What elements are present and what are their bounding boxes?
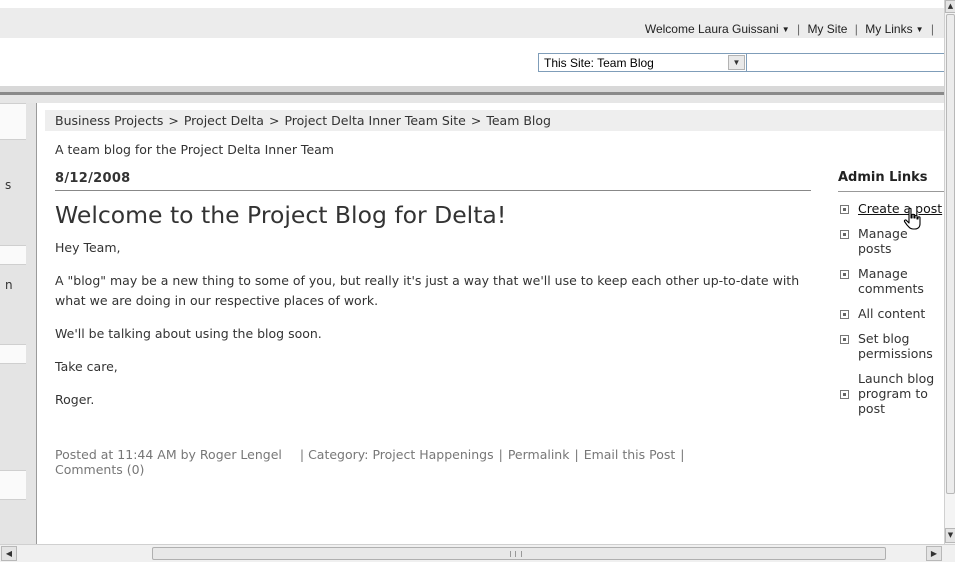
separator: | — [930, 22, 934, 36]
admin-link-set-permissions[interactable]: Set blog permissions — [838, 331, 944, 361]
separator: | — [498, 447, 503, 462]
scroll-right-button[interactable]: ▶ — [926, 546, 942, 561]
admin-link-all-content[interactable]: All content — [838, 306, 944, 321]
search-row: This Site: Team Blog ▼ — [0, 38, 955, 86]
nav-panel — [0, 103, 26, 140]
permalink-link[interactable]: Permalink — [508, 447, 570, 462]
post-footer: Posted at 11:44 AM by Roger Lengel | Cat… — [55, 447, 775, 477]
nav-panel — [0, 344, 26, 364]
post-paragraph: A "blog" may be a new thing to some of y… — [55, 273, 800, 308]
square-bullet-icon — [840, 270, 849, 279]
separator: | — [299, 447, 305, 462]
post-date: 8/12/2008 — [55, 171, 131, 186]
admin-link-label[interactable]: Set blog permissions — [858, 331, 933, 361]
top-welcome-bar: Welcome Laura Guissani ▼ | My Site | My L… — [0, 0, 944, 38]
breadcrumb-item[interactable]: Project Delta — [184, 113, 264, 128]
admin-link-launch-blog-program[interactable]: Launch blog program to post — [838, 371, 944, 416]
left-navigation: s n — [0, 103, 37, 544]
breadcrumb-item[interactable]: Project Delta Inner Team Site — [284, 113, 465, 128]
horizontal-scroll-thumb[interactable] — [152, 547, 886, 560]
admin-links-list: Create a post Manage posts Manage commen… — [838, 201, 944, 426]
post-paragraph: Roger. — [55, 392, 95, 407]
my-site-link[interactable]: My Site — [807, 22, 847, 36]
vertical-scrollbar[interactable]: ▲ ▼ — [944, 0, 955, 544]
admin-link-create-post[interactable]: Create a post — [838, 201, 944, 216]
nav-fragment[interactable]: n — [5, 278, 13, 292]
post-paragraph: We'll be talking about using the blog so… — [55, 326, 322, 341]
admin-link-label[interactable]: Launch blog program to post — [858, 371, 934, 416]
chevron-down-icon: ▼ — [781, 25, 790, 34]
chevron-down-icon: ▼ — [915, 25, 924, 34]
search-scope-value: This Site: Team Blog — [544, 56, 654, 70]
admin-links-divider — [838, 191, 944, 192]
post-date-header: 8/12/2008 — [55, 167, 811, 191]
breadcrumb: Business Projects > Project Delta > Project … — [45, 110, 944, 131]
post-body: Hey Team, A "blog" may be a new thing to… — [55, 238, 805, 423]
square-bullet-icon — [840, 310, 849, 319]
breadcrumb-separator: > — [268, 113, 280, 128]
admin-links-heading: Admin Links — [838, 170, 928, 185]
admin-link-label[interactable]: Manage comments — [858, 266, 924, 296]
breadcrumb-item[interactable]: Business Projects — [55, 113, 163, 128]
separator: | — [574, 447, 579, 462]
post-paragraph: Hey Team, — [55, 240, 121, 255]
nav-panel — [0, 470, 26, 500]
separator: | — [796, 22, 801, 36]
posted-prefix: Posted at 11:44 AM by — [55, 447, 196, 462]
header-divider-light — [0, 95, 944, 103]
square-bullet-icon — [840, 335, 849, 344]
square-bullet-icon — [840, 205, 849, 214]
welcome-menu[interactable]: Welcome Laura Guissani ▼ — [645, 22, 790, 36]
category-link[interactable]: Project Happenings — [372, 447, 493, 462]
scroll-down-button[interactable]: ▼ — [945, 528, 955, 543]
vertical-scroll-thumb[interactable] — [946, 14, 955, 494]
square-bullet-icon — [840, 390, 849, 399]
admin-link-manage-comments[interactable]: Manage comments — [838, 266, 944, 296]
breadcrumb-separator: > — [168, 113, 179, 128]
square-bullet-icon — [840, 230, 849, 239]
scroll-left-button[interactable]: ◀ — [1, 546, 17, 561]
category-prefix: Category: — [308, 447, 369, 462]
horizontal-scrollbar[interactable]: ◀ ▶ — [0, 544, 955, 562]
admin-link-label[interactable]: Manage posts — [858, 226, 908, 256]
nav-fragment[interactable]: s — [5, 178, 11, 192]
author-link[interactable]: Roger Lengel — [200, 447, 282, 462]
breadcrumb-separator: > — [470, 113, 482, 128]
admin-link-label[interactable]: All content — [858, 306, 925, 321]
search-scope-select[interactable]: This Site: Team Blog ▼ — [538, 53, 747, 72]
chevron-down-icon[interactable]: ▼ — [728, 55, 745, 70]
separator: | — [854, 22, 858, 36]
post-title[interactable]: Welcome to the Project Blog for Delta! — [55, 201, 506, 229]
top-links: Welcome Laura Guissani ▼ | My Site | My L… — [645, 22, 938, 36]
scroll-up-button[interactable]: ▲ — [945, 0, 955, 13]
separator: | — [680, 447, 685, 462]
scroll-grip — [510, 551, 522, 557]
site-description: A team blog for the Project Delta Inner … — [55, 142, 334, 157]
post-paragraph: Take care, — [55, 359, 118, 374]
email-post-link[interactable]: Email this Post — [584, 447, 676, 462]
nav-panel — [0, 245, 26, 265]
breadcrumb-item-current[interactable]: Team Blog — [486, 113, 551, 128]
comments-link[interactable]: Comments (0) — [55, 462, 144, 477]
search-input[interactable] — [746, 53, 955, 72]
nav-edge — [36, 103, 37, 544]
admin-link-manage-posts[interactable]: Manage posts — [838, 226, 944, 256]
admin-link-label[interactable]: Create a post — [858, 201, 942, 216]
my-links-menu[interactable]: My Links ▼ — [865, 22, 923, 36]
